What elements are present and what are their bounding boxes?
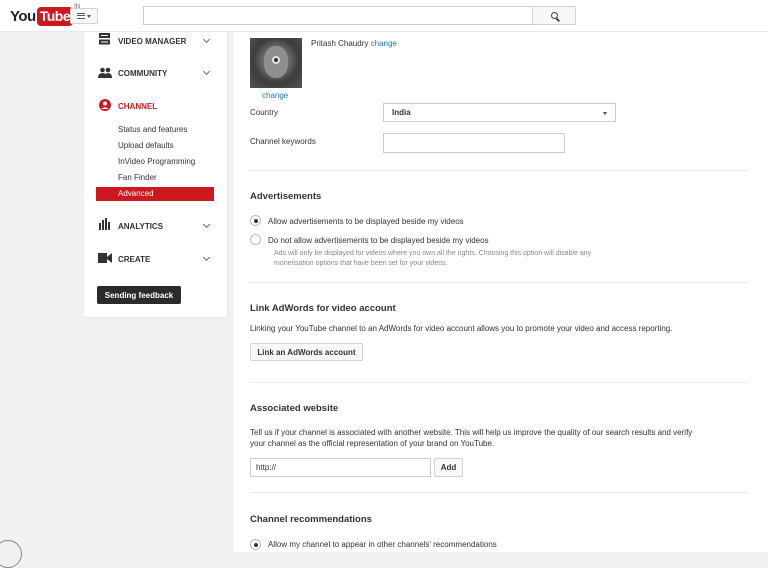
sidebar-section-label: CHANNEL: [118, 101, 158, 111]
divider: [250, 170, 748, 171]
caret-down-icon: [87, 14, 91, 18]
sidebar-item-status-and-features[interactable]: Status and features: [96, 123, 214, 137]
allow-ads-radio[interactable]: [250, 215, 261, 226]
divider: [250, 282, 748, 283]
divider: [250, 382, 748, 383]
sidebar-item-fan-finder[interactable]: Fan Finder: [96, 171, 214, 185]
channel-avatar: [250, 38, 302, 88]
account-name-row: Pritash Chaudry change: [311, 39, 397, 48]
channel-recommendations-title: Channel recommendations: [250, 514, 372, 525]
sidebar-item-invideo-programming[interactable]: InVideo Programming: [96, 155, 214, 169]
disallow-ads-radio[interactable]: [250, 234, 261, 245]
link-adwords-button[interactable]: Link an AdWords account: [250, 343, 363, 361]
allow-recommendations-radio[interactable]: [250, 539, 261, 550]
analytics-icon: [99, 218, 110, 230]
chevron-down-icon: [202, 35, 211, 44]
sending-feedback-button[interactable]: Sending feedback: [97, 286, 181, 304]
allow-ads-label: Allow advertisements to be displayed bes…: [268, 217, 464, 226]
sidebar-section-label: COMMUNITY: [118, 68, 168, 78]
sidebar-section-create[interactable]: CREATE: [84, 250, 228, 268]
channel-keywords-label: Channel keywords: [250, 137, 316, 146]
associated-website-title: Associated website: [250, 403, 339, 414]
country-value: India: [392, 108, 411, 117]
sidebar-section-analytics[interactable]: ANALYTICS: [84, 217, 228, 235]
corner-widget[interactable]: [0, 540, 22, 568]
country-select[interactable]: India: [383, 103, 616, 122]
sidebar-item-advanced[interactable]: Advanced: [96, 187, 214, 201]
dropdown-arrow-icon: [603, 112, 607, 115]
channel-keywords-input[interactable]: [383, 133, 565, 153]
chevron-down-icon: [202, 253, 211, 262]
allow-recommendations-label: Allow my channel to appear in other chan…: [268, 540, 497, 549]
disallow-ads-label: Do not allow advertisements to be displa…: [268, 236, 489, 245]
website-url-input[interactable]: [250, 458, 431, 477]
account-name: Pritash Chaudry: [311, 39, 369, 48]
logo-tube-text: Tube: [36, 6, 74, 26]
ads-note-line: Ads will only be displayed for videos wh…: [274, 250, 592, 257]
video-manager-icon: [99, 33, 110, 45]
search-button[interactable]: [532, 6, 576, 25]
sidebar-section-channel[interactable]: CHANNEL: [84, 97, 228, 115]
website-description-line: your channel as the official representat…: [250, 439, 495, 448]
sidebar-section-community[interactable]: COMMUNITY: [84, 64, 228, 82]
website-description-line: Tell us if your channel is associated wi…: [250, 428, 693, 437]
sidebar-section-video-manager[interactable]: VIDEO MANAGER: [84, 32, 228, 50]
video-camera-icon: [98, 253, 112, 263]
top-bar: You Tube IN: [0, 0, 768, 32]
community-icon: [98, 67, 112, 78]
adwords-title: Link AdWords for video account: [250, 303, 396, 314]
website-description: Tell us if your channel is associated wi…: [250, 427, 692, 449]
sidebar-section-label: VIDEO MANAGER: [118, 36, 187, 46]
country-label: Country: [250, 108, 279, 117]
change-avatar-link[interactable]: change: [262, 91, 288, 100]
search-icon: [550, 12, 558, 19]
sidebar-section-label: CREATE: [118, 254, 151, 264]
sidebar-section-label: ANALYTICS: [118, 221, 164, 231]
avatar-eye: [272, 56, 280, 64]
divider: [250, 492, 748, 493]
logo-you-text: You: [10, 7, 36, 25]
creator-sidebar: VIDEO MANAGER COMMUNITY CHANNEL Status a…: [84, 32, 228, 318]
chevron-down-icon: [202, 67, 211, 76]
advertisements-title: Advertisements: [250, 191, 322, 202]
chevron-down-icon: [202, 220, 211, 229]
search-input[interactable]: [143, 6, 533, 25]
guide-menu-button[interactable]: [70, 8, 98, 24]
ads-note: Ads will only be displayed for videos wh…: [274, 249, 591, 269]
add-website-button[interactable]: Add: [434, 458, 463, 477]
menu-icon: [77, 13, 85, 19]
sidebar-item-upload-defaults[interactable]: Upload defaults: [96, 139, 214, 153]
change-name-link[interactable]: change: [371, 39, 397, 48]
channel-user-icon: [99, 99, 111, 111]
ads-note-line: monetisation options that have been set …: [274, 260, 448, 267]
adwords-description: Linking your YouTube channel to an AdWor…: [250, 324, 673, 333]
